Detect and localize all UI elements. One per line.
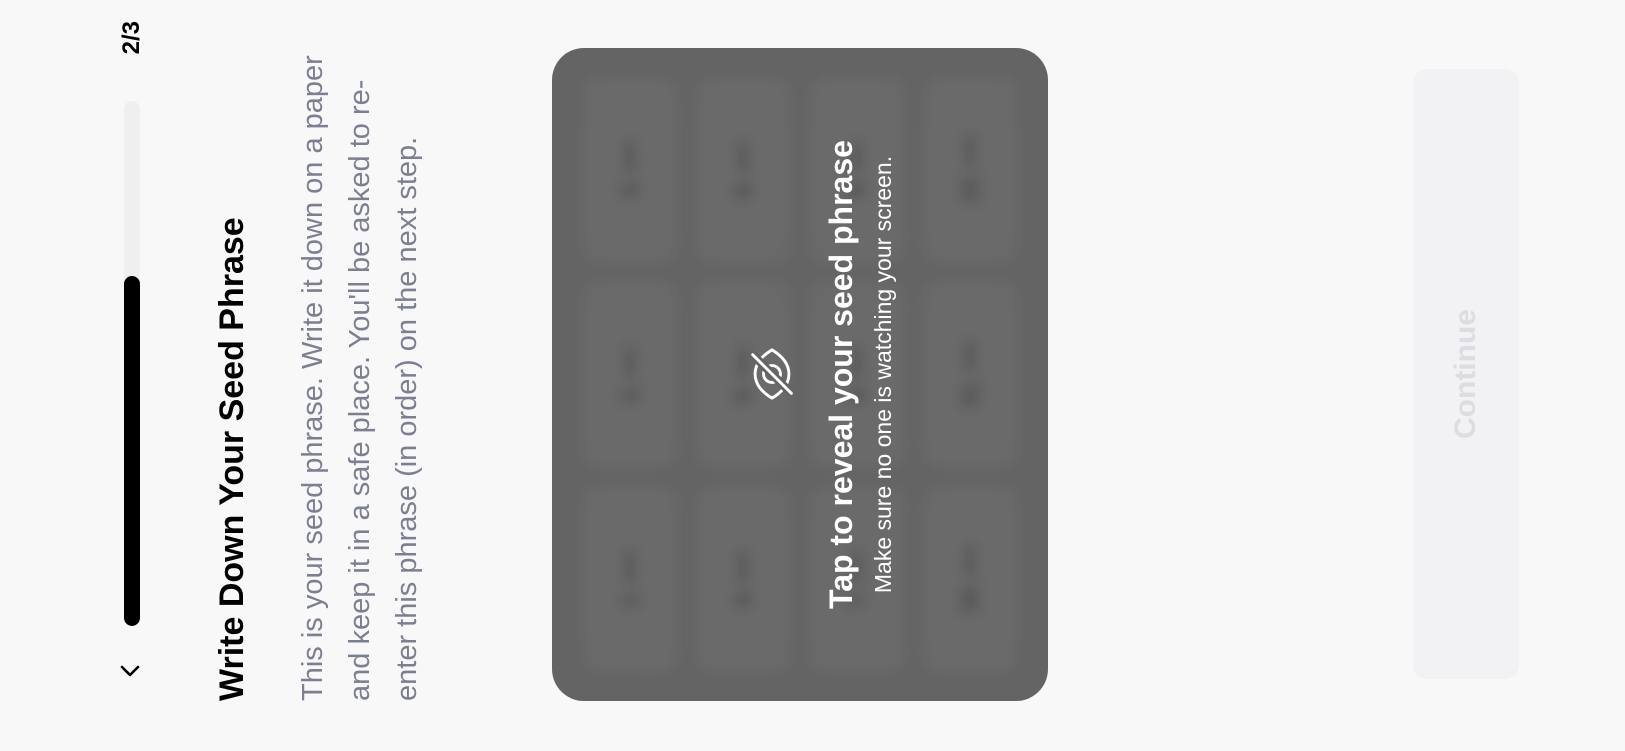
page-description: This is your seed phrase. Write it down … — [297, 55, 423, 701]
eye-slash-icon — [749, 348, 795, 401]
back-button[interactable] — [112, 653, 148, 689]
reveal-hint: Make sure no one is watching your screen… — [870, 155, 896, 594]
step-counter: 2/3 — [118, 21, 145, 55]
seed-phrase-screen: 2/3 Write Down Your Seed Phrase This is … — [0, 0, 1625, 751]
progress-bar — [124, 101, 140, 626]
page-title: Write Down Your Seed Phrase — [213, 217, 251, 701]
reveal-title: Tap to reveal your seed phrase — [823, 140, 859, 609]
reveal-overlay: Tap to reveal your seed phrase Make sure… — [552, 48, 1048, 701]
chevron-left-icon — [120, 665, 140, 677]
seed-phrase-card[interactable]: 1. •••• 2. •••• 3. •••• 4. •••• 5. •••• 6. ••… — [552, 48, 1048, 701]
continue-button[interactable]: Continue — [1413, 69, 1519, 679]
progress-fill — [124, 275, 140, 626]
